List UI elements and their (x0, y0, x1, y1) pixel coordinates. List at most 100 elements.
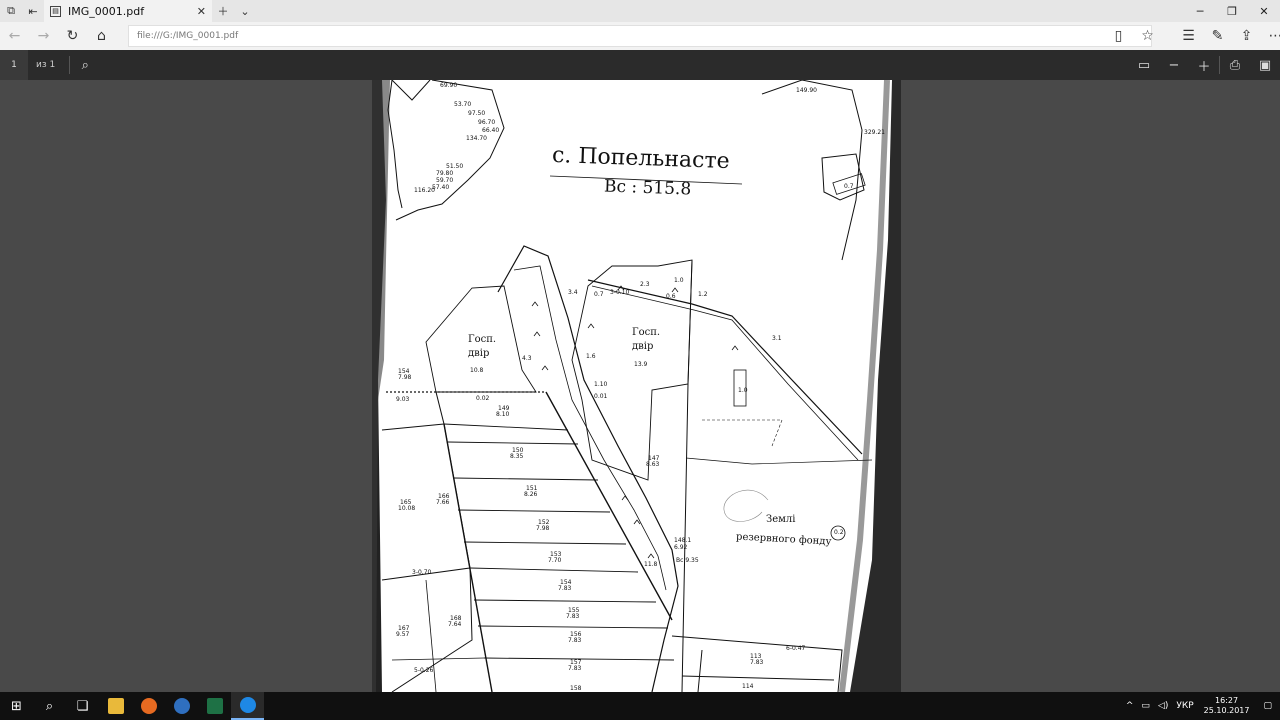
pdf-file-icon: ▤ (50, 5, 61, 17)
map-number: 7.83 (568, 665, 582, 672)
app-globe-icon[interactable] (165, 692, 198, 720)
refresh-button[interactable]: ↻ (58, 22, 87, 50)
new-tab-button[interactable]: ＋ (212, 0, 234, 22)
network-icon[interactable]: ▭ (1137, 701, 1154, 711)
favorites-hub-icon[interactable]: ☰ (1174, 22, 1203, 50)
close-tab-icon[interactable]: ✕ (197, 5, 206, 18)
pdf-page-scanned-map: с. Попельнасте Вс : 515.8 Госп. двір 10.… (372, 80, 901, 692)
map-number: 7.83 (558, 585, 572, 592)
search-icon[interactable]: ⌕ (70, 50, 100, 80)
map-number: 149.90 (796, 87, 817, 94)
zoom-out-icon[interactable]: − (1159, 50, 1189, 80)
map-number: 0.02 (476, 395, 490, 402)
windows-taskbar: ⊞ ⌕ ❏ ^ ▭ ◁) УКР 16:27 25.10.2017 ▢ (0, 692, 1280, 720)
zoom-in-icon[interactable]: ＋ (1189, 50, 1219, 80)
fit-page-icon[interactable]: ▭ (1129, 50, 1159, 80)
save-icon[interactable]: ▣ (1250, 50, 1280, 80)
more-menu-icon[interactable]: ⋯ (1261, 22, 1280, 50)
map-number: 9.03 (396, 396, 410, 403)
map-number: 329.21 (864, 129, 885, 136)
map-number: 97.50 (468, 110, 486, 117)
map-number: 4.3 (522, 355, 532, 362)
restore-button[interactable]: ❐ (1216, 0, 1248, 22)
input-language[interactable]: УКР (1172, 701, 1197, 711)
address-bar[interactable]: file:///G:/IMG_0001.pdf (128, 25, 1152, 47)
reserve-land-area: 0.2 (834, 529, 844, 536)
start-windows-icon[interactable]: ⊞ (0, 692, 33, 720)
clock[interactable]: 16:27 25.10.2017 (1198, 696, 1256, 716)
share-icon[interactable]: ⇪ (1232, 22, 1261, 50)
map-number: 1.0 (738, 387, 748, 394)
map-number: 1.2 (698, 291, 708, 298)
gosp-dvir-2-area: 13.9 (634, 361, 648, 368)
page-count: из 1 (36, 60, 56, 70)
map-number: 6.92 (674, 544, 688, 551)
map-number: 7.98 (398, 374, 412, 381)
map-number: 7.83 (566, 613, 580, 620)
map-number: 3.1 (772, 335, 782, 342)
map-number: 1.0 (674, 277, 684, 284)
firefox-icon[interactable] (132, 692, 165, 720)
map-area-label: Вс : 515.8 (603, 176, 692, 200)
map-number: 1.6 (586, 353, 596, 360)
map-number: 116.20 (414, 187, 435, 194)
map-number: 3-0.10 (610, 289, 630, 296)
show-hidden-icons-chevron-icon[interactable]: ^ (1122, 701, 1138, 711)
map-number: 0.6 (666, 293, 676, 300)
reading-view-icon[interactable]: ▯ (1104, 22, 1133, 50)
navigation-bar: ← → ↻ ⌂ file:///G:/IMG_0001.pdf ▯ ☆ ☰ ✎ … (0, 22, 1280, 50)
volume-icon[interactable]: ◁) (1154, 701, 1172, 711)
reserve-land-label: Землі (766, 514, 796, 525)
set-aside-tabs-icon[interactable]: ⇤ (22, 0, 44, 22)
map-number: 134.70 (466, 135, 487, 142)
map-number: 8.63 (646, 461, 660, 468)
task-view-icon[interactable]: ❏ (66, 692, 99, 720)
excel-icon[interactable] (198, 692, 231, 720)
tab-img-0001[interactable]: ▤ IMG_0001.pdf ✕ (44, 0, 212, 22)
tab-preview-chevron-icon[interactable]: ⌄ (234, 0, 256, 22)
page-number-input[interactable]: 1 (0, 50, 28, 80)
map-number: 3.4 (568, 289, 578, 296)
home-button[interactable]: ⌂ (87, 22, 116, 50)
map-number: 7.70 (548, 557, 562, 564)
edge-icon[interactable] (231, 692, 264, 720)
file-explorer-icon[interactable] (99, 692, 132, 720)
gosp-dvir-2-label-b: двір (632, 341, 654, 352)
print-icon[interactable]: ⎙ (1220, 50, 1250, 80)
map-number: 8.26 (524, 491, 538, 498)
map-number: 7.83 (750, 659, 764, 666)
map-number: 1.10 (594, 381, 608, 388)
map-number: 7.64 (448, 621, 462, 628)
search-icon[interactable]: ⌕ (33, 692, 66, 720)
tab-actions-icon[interactable]: ⧉ (0, 0, 22, 22)
close-window-button[interactable]: ✕ (1248, 0, 1280, 22)
minimize-button[interactable]: ─ (1184, 0, 1216, 22)
gosp-dvir-2-label: Госп. (632, 327, 661, 338)
forward-button[interactable]: → (29, 22, 58, 50)
map-number: 7.66 (436, 499, 450, 506)
map-number: Вс 9.35 (676, 557, 699, 564)
map-number: 8.35 (510, 453, 524, 460)
map-number: 8.10 (496, 411, 510, 418)
gosp-dvir-1-area: 10.8 (470, 367, 484, 374)
map-number: 6-0.47 (786, 645, 806, 652)
map-number: 7.98 (536, 525, 550, 532)
gosp-dvir-1-label-b: двір (468, 348, 490, 359)
clock-date: 25.10.2017 (1203, 706, 1250, 715)
map-number: 0.7 (844, 183, 854, 190)
map-number: 7.83 (568, 637, 582, 644)
map-number: 69.90 (440, 82, 458, 89)
map-number: 96.70 (478, 119, 496, 126)
web-note-icon[interactable]: ✎ (1203, 22, 1232, 50)
pdf-toolbar: 1 из 1 ⌕ ▭ − ＋ ⎙ ▣ (0, 50, 1280, 80)
map-number: 0.7 (594, 291, 604, 298)
notifications-icon[interactable]: ▢ (1255, 701, 1280, 711)
back-button[interactable]: ← (0, 22, 29, 50)
map-number: 66.40 (482, 127, 500, 134)
gosp-dvir-1-label: Госп. (468, 334, 497, 345)
map-number: 10.08 (398, 505, 416, 512)
clock-time: 16:27 (1215, 696, 1239, 705)
map-number: 9.57 (396, 631, 410, 638)
favorite-star-icon[interactable]: ☆ (1133, 22, 1162, 50)
pdf-viewer[interactable]: с. Попельнасте Вс : 515.8 Госп. двір 10.… (0, 80, 1280, 692)
